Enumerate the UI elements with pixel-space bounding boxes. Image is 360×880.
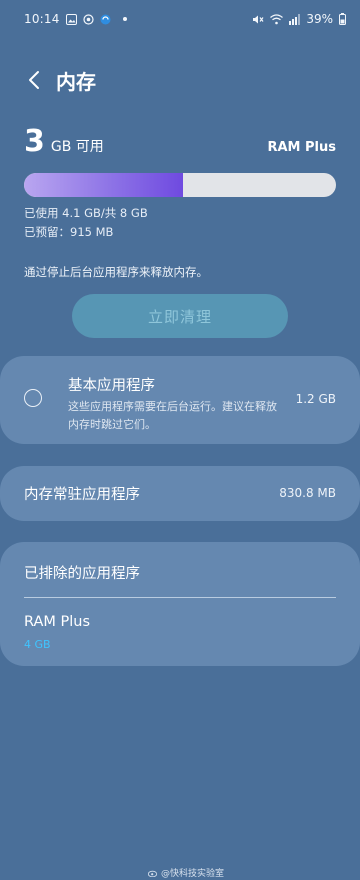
available-unit: GB 可用 [50, 139, 104, 155]
weibo-logo-icon [148, 870, 158, 877]
available-memory: 3 GB 可用 [24, 124, 104, 160]
available-number: 3 [24, 124, 45, 159]
ram-plus-item-value: 4 GB [24, 638, 51, 651]
resident-apps-label: 内存常驻应用程序 [24, 487, 140, 503]
memory-reserved-text: 已预留：915 MB [24, 225, 114, 239]
status-right: 39% [252, 12, 346, 26]
status-bar: 10:14 39% [0, 0, 360, 38]
resident-apps-size: 830.8 MB [279, 486, 336, 500]
excluded-apps-header[interactable]: 已排除的应用程序 [24, 562, 140, 583]
back-button[interactable] [22, 67, 46, 93]
notification-dot-icon [122, 17, 127, 21]
clean-now-button[interactable]: 立即清理 [72, 294, 288, 338]
gallery-icon [65, 13, 77, 25]
status-left: 10:14 [24, 12, 127, 26]
basic-apps-size: 1.2 GB [295, 392, 336, 406]
browser-icon [100, 14, 111, 25]
ram-plus-item-title[interactable]: RAM Plus [24, 614, 90, 630]
basic-apps-radio[interactable] [24, 389, 42, 407]
basic-apps-title: 基本应用程序 [68, 378, 155, 394]
resident-apps-card[interactable]: 内存常驻应用程序 830.8 MB [0, 466, 360, 521]
watermark-text: @快科技实验室 [161, 869, 225, 879]
mute-icon [252, 14, 264, 25]
basic-apps-description: 这些应用程序需要在后台运行。建议在释放内存时跳过它们。 [68, 400, 277, 431]
memory-usage-fill [24, 173, 184, 197]
free-memory-hint: 通过停止后台应用程序来释放内存。 [24, 265, 208, 279]
chevron-left-icon [29, 71, 39, 89]
watermark: @快科技实验室 [148, 866, 224, 879]
page-header: 内存 [0, 60, 360, 100]
battery-percent: 39% [306, 12, 333, 26]
battery-icon [339, 13, 346, 25]
divider [24, 597, 336, 598]
memory-used-text: 已使用 4.1 GB/共 8 GB [24, 206, 148, 220]
status-time: 10:14 [24, 12, 60, 26]
signal-icon [289, 13, 301, 25]
ram-plus-link[interactable]: RAM Plus [267, 140, 336, 155]
page-title: 内存 [56, 70, 96, 94]
wifi-icon [270, 13, 284, 25]
basic-apps-card[interactable]: 基本应用程序 这些应用程序需要在后台运行。建议在释放内存时跳过它们。 1.2 G… [0, 356, 360, 444]
memory-usage-bar [24, 173, 336, 197]
excluded-apps-card: 已排除的应用程序 RAM Plus 4 GB [0, 542, 360, 666]
settings-icon [82, 13, 94, 25]
